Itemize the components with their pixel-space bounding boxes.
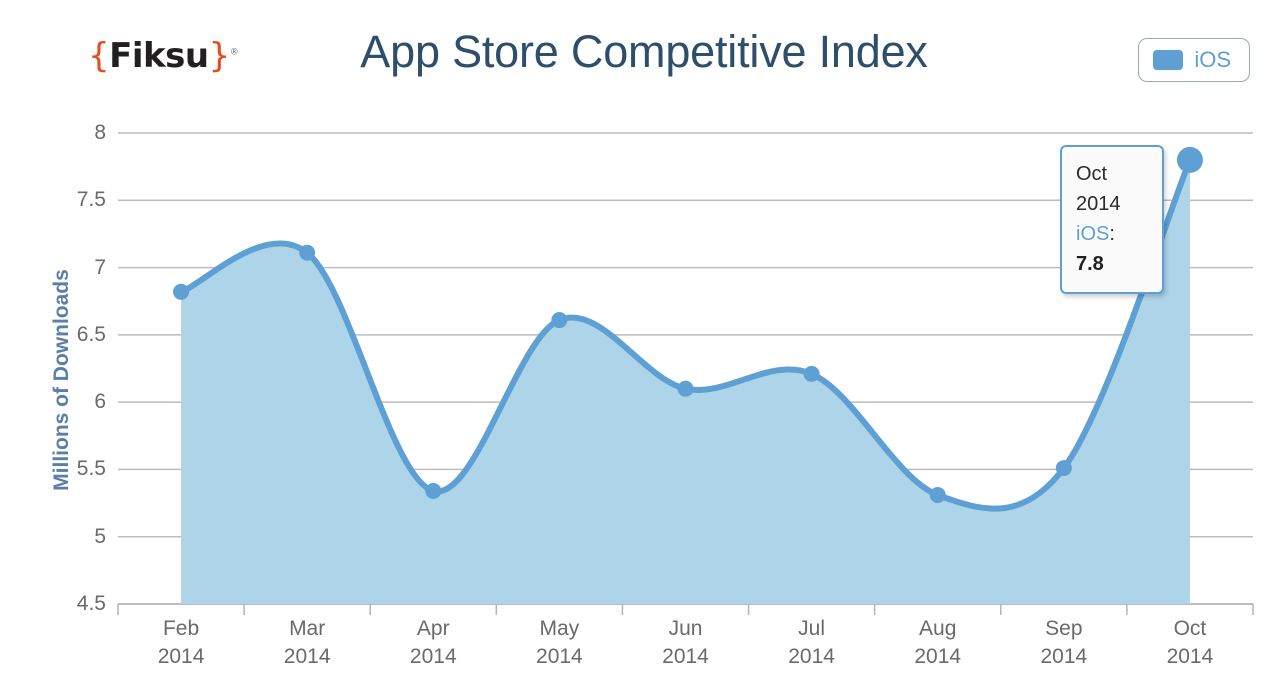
x-axis-tick-label: Sep 2014 (999, 615, 1129, 671)
y-axis-title: Millions of Downloads (50, 269, 73, 491)
x-axis-tick-label: Apr 2014 (368, 615, 498, 671)
data-tooltip: Oct 2014 iOS: 7.8 (1060, 145, 1164, 294)
x-axis-tick-label: Jun 2014 (621, 615, 751, 671)
y-axis-tick-label: 8 (94, 121, 106, 144)
y-axis-tick-label: 7.5 (76, 188, 106, 212)
x-axis-tick-label: Aug 2014 (873, 615, 1003, 671)
x-tick-month: Aug (919, 617, 957, 640)
x-axis-tick-label: Oct 2014 (1125, 615, 1255, 671)
x-tick-year: 2014 (662, 645, 709, 668)
x-tick-month: Feb (162, 617, 200, 640)
data-point-marker[interactable] (1055, 460, 1072, 477)
x-tick-month: Oct (1173, 617, 1207, 640)
tooltip-separator: : (1109, 223, 1115, 245)
data-point-marker-active[interactable] (1176, 146, 1203, 173)
x-axis-tick-label: Mar 2014 (242, 615, 372, 671)
tooltip-month: Oct (1076, 163, 1108, 185)
x-tick-month: Sep (1045, 617, 1083, 640)
data-point-marker[interactable] (173, 283, 190, 300)
x-tick-month: May (539, 617, 580, 640)
x-tick-month: Apr (416, 617, 450, 640)
data-point-marker[interactable] (299, 244, 316, 261)
x-tick-year: 2014 (283, 645, 331, 668)
x-tick-year: 2014 (409, 645, 457, 668)
x-tick-year: 2014 (1040, 645, 1088, 668)
chart-canvas (117, 132, 1254, 615)
x-tick-year: 2014 (1166, 645, 1214, 668)
x-tick-year: 2014 (788, 645, 835, 668)
x-axis-tick-label: Jul 2014 (747, 615, 877, 671)
data-point-marker[interactable] (551, 312, 568, 329)
tooltip-series-label: iOS (1076, 223, 1110, 245)
x-axis-ticks (117, 604, 1254, 615)
x-axis-tick-label: May 2014 (494, 615, 624, 671)
data-point-marker[interactable] (425, 482, 442, 499)
x-tick-month: Mar (289, 617, 326, 640)
x-tick-year: 2014 (536, 645, 583, 668)
x-tick-year: 2014 (914, 645, 962, 668)
x-tick-month: Jun (668, 617, 703, 640)
x-axis-tick-label: Feb 2014 (116, 615, 246, 671)
tooltip-value-row: iOS: 7.8 (1076, 219, 1148, 279)
data-point-marker[interactable] (803, 365, 820, 382)
tooltip-value: 7.8 (1076, 253, 1104, 275)
y-axis-tick-label: 4.5 (76, 592, 106, 615)
x-tick-year: 2014 (157, 645, 205, 668)
chart-plot-area: 8 7.5 7 6.5 6 5.5 5 4.5 Millions of Downloads F… (0, 0, 1288, 680)
x-tick-month: Jul (798, 617, 826, 640)
tooltip-year: 2014 (1076, 193, 1121, 215)
data-point-marker[interactable] (929, 486, 946, 503)
data-point-marker[interactable] (677, 380, 694, 397)
